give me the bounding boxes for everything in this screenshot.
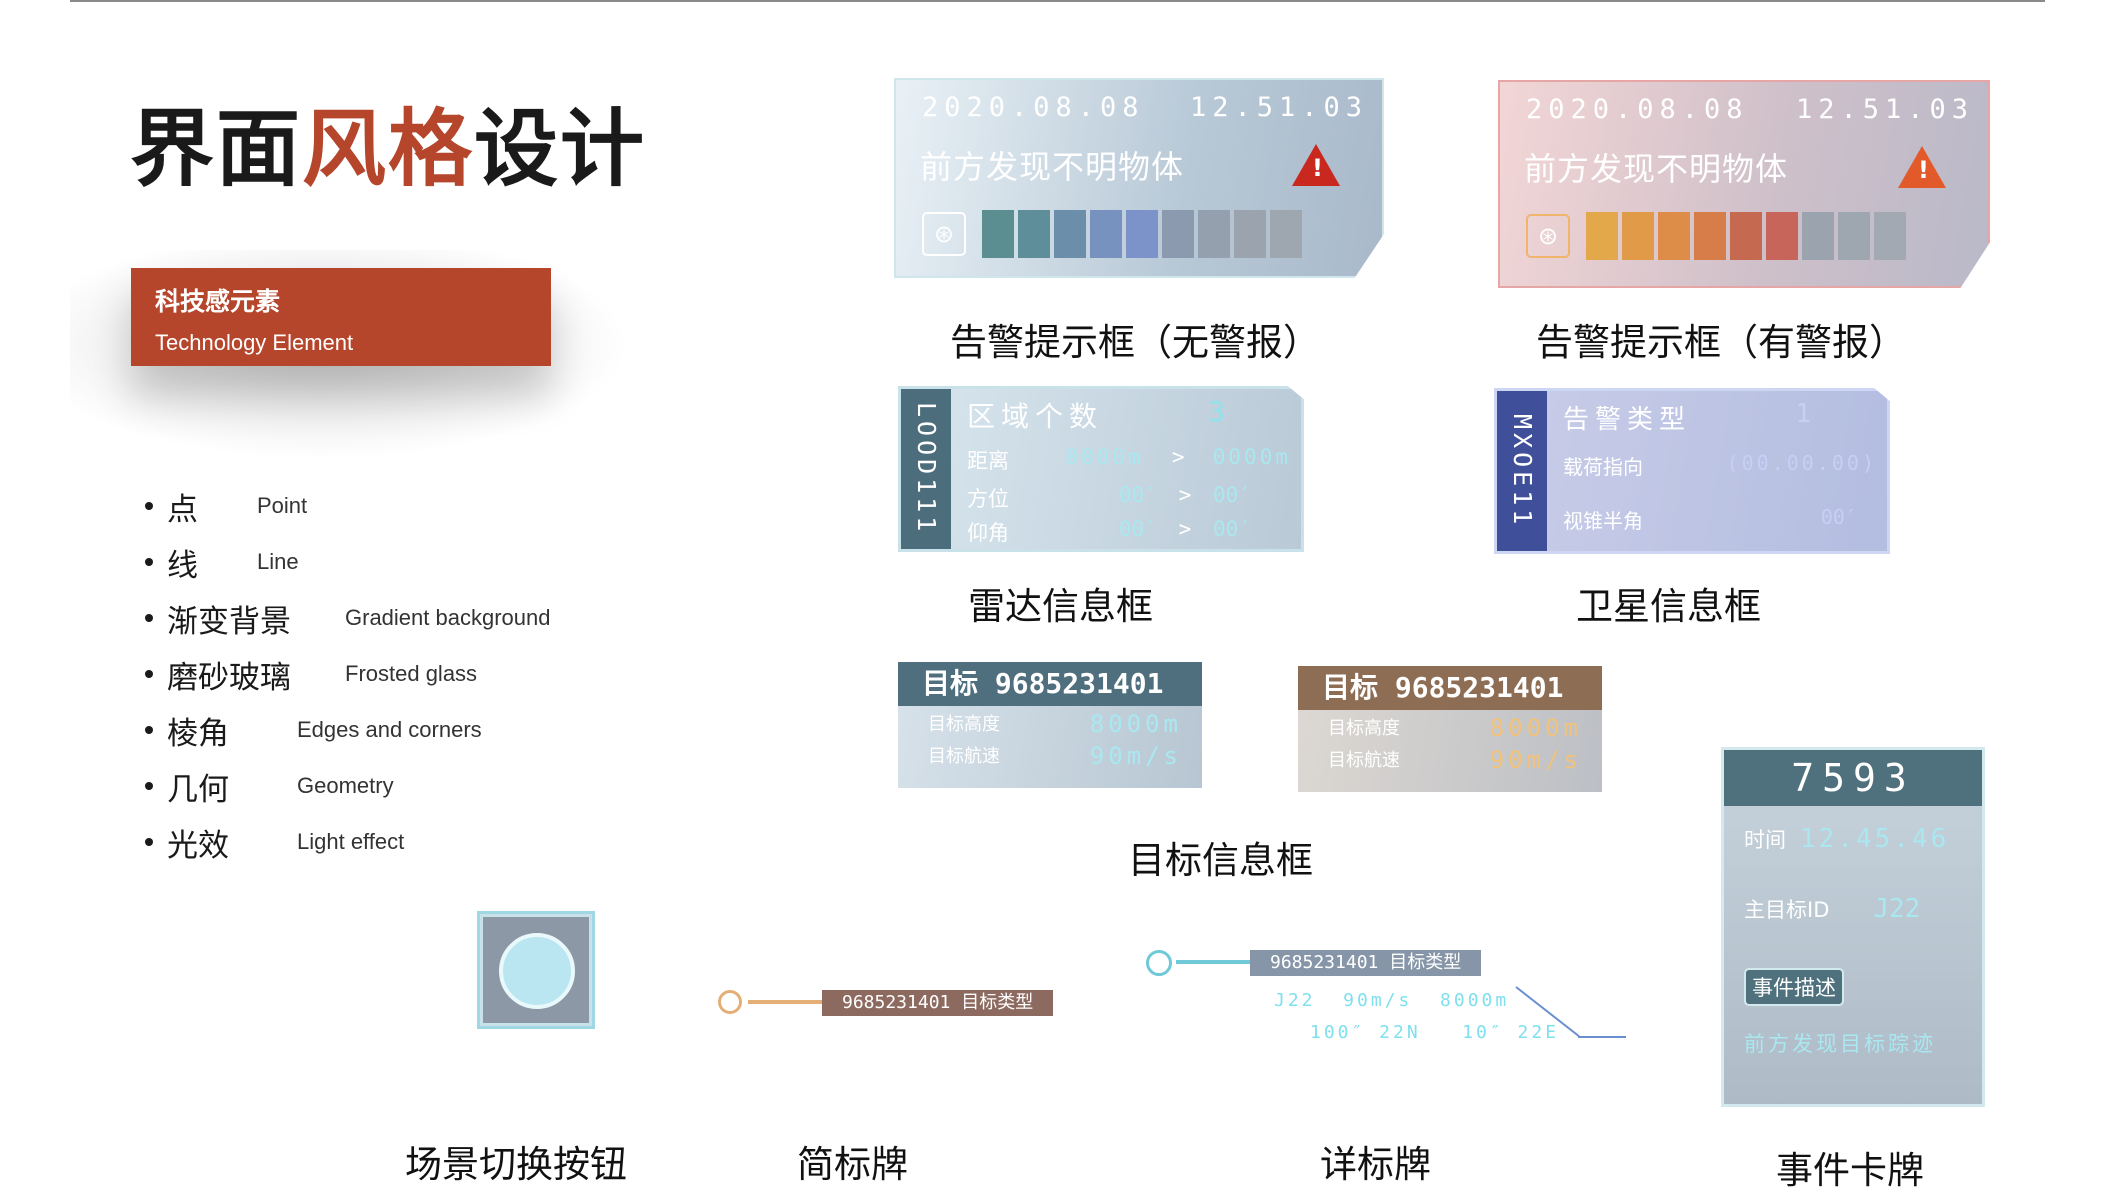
target-info-box-blue: 目标 9685231401 目标高度 8000m 目标航速 90m/s: [898, 662, 1202, 788]
page-title: 界面风格设计: [130, 100, 647, 198]
list-item: 磨砂玻璃 Frosted glass: [145, 646, 550, 702]
scene-switch-button[interactable]: [480, 914, 592, 1026]
signal-cell: [1234, 210, 1266, 258]
detail-tag-label: 详标牌: [1320, 1143, 1431, 1186]
radar-label: 雷达信息框: [968, 585, 1153, 628]
signal-cells: [1586, 212, 1906, 260]
event-id: 7593: [1724, 750, 1982, 806]
detail-tag: 9685231401 目标类型 J22 90m/s 8000m 100″ 22N…: [1146, 950, 1626, 1050]
tag-title: 科技感元素: [155, 287, 281, 316]
signal-cell: [1694, 212, 1726, 260]
alarm-box-active: 2020.08.08 12.51.03 前方发现不明物体 ! ⊛: [1498, 80, 1990, 288]
satellite-side-label: MXOE11: [1497, 391, 1547, 551]
tag-subtitle: Technology Element: [155, 330, 354, 355]
signal-cell: [1658, 212, 1690, 260]
section-tag: 科技感元素 Technology Element: [131, 268, 551, 366]
list-item: 几何 Geometry: [145, 758, 550, 814]
element-list: 点 Point 线 Line 渐变背景 Gradient background 磨砂玻…: [145, 478, 550, 870]
warning-icon: !: [1292, 144, 1340, 186]
top-divider: [70, 0, 2045, 2]
alarm-message: 前方发现不明物体: [1524, 150, 1789, 188]
satellite-info-box: MXOE11 告警类型 1 载荷指向 (00.00.00) 视锥半角 00′: [1494, 388, 1890, 554]
globe-icon: [499, 933, 575, 1009]
simple-tag-label: 简标牌: [797, 1143, 908, 1186]
target-info-box-amber: 目标 9685231401 目标高度 8000m 目标航速 90m/s: [1298, 666, 1602, 792]
alarm-box-normal: 2020.08.08 12.51.03 前方发现不明物体 ! ⊛: [894, 78, 1384, 278]
signal-cell: [1090, 210, 1122, 258]
signal-cell: [1586, 212, 1618, 260]
list-item: 渐变背景 Gradient background: [145, 590, 550, 646]
event-card: 7593 时间 12.45.46 主目标ID J22 事件描述 前方发现目标踪迹: [1721, 747, 1985, 1107]
warning-icon: !: [1898, 146, 1946, 188]
alarm-active-label: 告警提示框（有警报）: [1536, 321, 1906, 364]
list-item: 点 Point: [145, 478, 550, 534]
signal-cell: [1802, 212, 1834, 260]
list-item: 光效 Light effect: [145, 814, 550, 870]
earth-icon: ⊛: [1526, 214, 1570, 258]
signal-cell: [1874, 212, 1906, 260]
radar-info-box: LOOD111 区域个数 3 距离 0000m >0000m 方位 00′ >00′ 仰角…: [898, 386, 1304, 552]
signal-cell: [1162, 210, 1194, 258]
alarm-normal-label: 告警提示框（无警报）: [950, 321, 1320, 364]
signal-cell: [1198, 210, 1230, 258]
list-item: 线 Line: [145, 534, 550, 590]
alarm-message: 前方发现不明物体: [920, 148, 1185, 186]
signal-cell: [982, 210, 1014, 258]
satellite-label: 卫星信息框: [1576, 585, 1761, 628]
signal-cell: [1018, 210, 1050, 258]
signal-cell: [1838, 212, 1870, 260]
signal-cell: [1766, 212, 1798, 260]
event-label: 事件卡牌: [1776, 1149, 1924, 1192]
signal-cell: [1126, 210, 1158, 258]
target-label: 目标信息框: [1128, 839, 1313, 882]
radar-side-label: LOOD111: [901, 389, 951, 549]
simple-tag: 9685231401 目标类型: [718, 990, 1078, 1016]
signal-cells: [982, 210, 1302, 258]
signal-cell: [1730, 212, 1762, 260]
scene-switch-label: 场景切换按钮: [405, 1143, 627, 1186]
signal-cell: [1270, 210, 1302, 258]
signal-cell: [1622, 212, 1654, 260]
earth-icon: ⊛: [922, 212, 966, 256]
signal-cell: [1054, 210, 1086, 258]
list-item: 棱角 Edges and corners: [145, 702, 550, 758]
